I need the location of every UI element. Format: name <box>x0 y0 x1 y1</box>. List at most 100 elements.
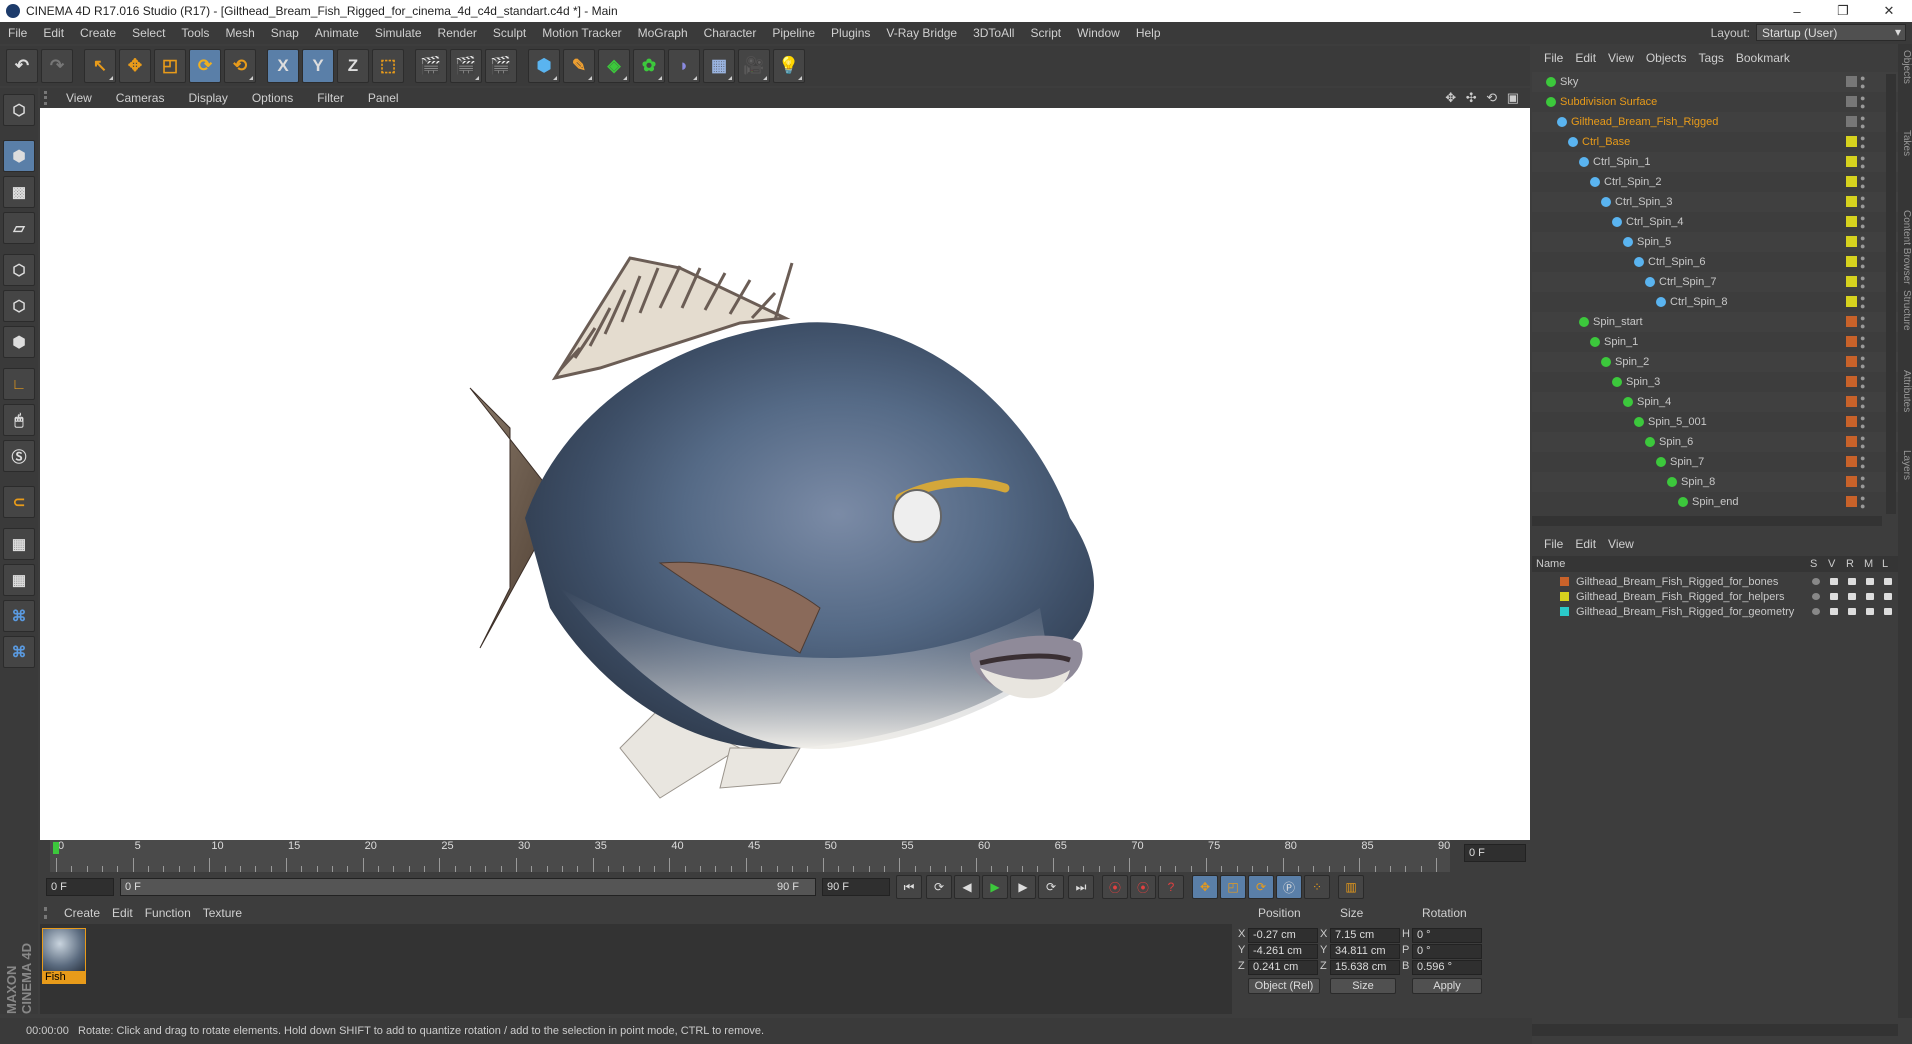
model-mode-icon[interactable]: ⬢ <box>3 140 35 172</box>
menu-script[interactable]: Script <box>1022 26 1069 40</box>
layer-color-tag[interactable] <box>1846 356 1857 367</box>
menu-3dtoall[interactable]: 3DToAll <box>965 26 1022 40</box>
layer-color-tag[interactable] <box>1846 116 1857 127</box>
coord-rotation-field[interactable]: 0 ° <box>1412 928 1482 943</box>
layer-color-tag[interactable] <box>1846 316 1857 327</box>
viewport-menu-cameras[interactable]: Cameras <box>116 91 177 105</box>
object-row[interactable]: Gilthead_Bream_Fish_Rigged ● ● <box>1532 112 1898 132</box>
layer-color-swatch[interactable] <box>1560 592 1569 601</box>
visibility-dots[interactable]: ● ● <box>1860 474 1865 491</box>
object-row[interactable]: Spin_7 ● ● <box>1532 452 1898 472</box>
render-view-icon[interactable]: 🎬 <box>415 49 447 83</box>
layer-menu-file[interactable]: File <box>1544 537 1563 551</box>
menu-character[interactable]: Character <box>696 26 765 40</box>
apply-button[interactable]: Apply <box>1412 978 1482 994</box>
z-axis-lock-button[interactable]: Z <box>337 49 369 83</box>
coord-size-field[interactable]: 7.15 cm <box>1330 928 1400 943</box>
layer-color-swatch[interactable] <box>1560 607 1569 616</box>
perspective-viewport[interactable] <box>40 108 1530 840</box>
snapping-icon[interactable]: Ⓢ <box>3 440 35 472</box>
layer-manager-toggle[interactable] <box>1866 593 1874 600</box>
material-menu-create[interactable]: Create <box>64 906 100 920</box>
cube-primitive-icon[interactable]: ⬢ <box>528 49 560 83</box>
side-tab-content-browser[interactable]: Content Browser <box>1898 210 1912 284</box>
menu-select[interactable]: Select <box>124 26 173 40</box>
key-parameter-icon[interactable]: Ⓟ <box>1276 875 1302 899</box>
minimize-button[interactable]: – <box>1774 0 1820 22</box>
live-selection-icon[interactable]: ↖ <box>84 49 116 83</box>
current-frame-field[interactable]: 0 F <box>1464 844 1526 862</box>
menu-window[interactable]: Window <box>1069 26 1128 40</box>
layer-locked-toggle[interactable] <box>1884 578 1892 585</box>
object-menu-file[interactable]: File <box>1544 51 1563 65</box>
axis-mode-icon[interactable]: ∟ <box>3 368 35 400</box>
layer-row[interactable]: Gilthead_Bream_Fish_Rigged_for_helpers <box>1532 589 1898 604</box>
object-row[interactable]: Spin_start ● ● <box>1532 312 1898 332</box>
layer-color-tag[interactable] <box>1846 216 1857 227</box>
viewport-menu-view[interactable]: View <box>66 91 104 105</box>
rotate-tool-icon[interactable]: ⟳ <box>189 49 221 83</box>
layer-color-tag[interactable] <box>1846 176 1857 187</box>
end-frame-field[interactable]: 90 F <box>822 878 890 896</box>
object-row[interactable]: Spin_6 ● ● <box>1532 432 1898 452</box>
layer-color-tag[interactable] <box>1846 276 1857 287</box>
layer-color-tag[interactable] <box>1846 456 1857 467</box>
object-row[interactable]: Ctrl_Spin_2 ● ● <box>1532 172 1898 192</box>
side-tab-layers[interactable]: Layers <box>1898 450 1912 480</box>
render-to-picture-viewer-icon[interactable]: 🎬 <box>450 49 482 83</box>
layer-color-tag[interactable] <box>1846 396 1857 407</box>
maximize-button[interactable]: ❐ <box>1820 0 1866 22</box>
workplane-lock-icon[interactable]: ▦ <box>3 528 35 560</box>
visibility-dots[interactable]: ● ● <box>1860 374 1865 391</box>
prev-frame-icon[interactable]: ◀ <box>954 875 980 899</box>
recent-tools-icon[interactable]: ⟲ <box>224 49 256 83</box>
object-menu-objects[interactable]: Objects <box>1646 51 1687 65</box>
redo-button[interactable]: ↷ <box>41 49 73 83</box>
layer-solo-toggle[interactable] <box>1812 593 1820 600</box>
visibility-dots[interactable]: ● ● <box>1860 314 1865 331</box>
record-active-icon[interactable]: ⦿ <box>1102 875 1128 899</box>
visibility-dots[interactable]: ● ● <box>1860 174 1865 191</box>
visibility-dots[interactable]: ● ● <box>1860 394 1865 411</box>
coord-position-field[interactable]: -4.261 cm <box>1248 944 1318 959</box>
visibility-dots[interactable]: ● ● <box>1860 74 1865 91</box>
object-row[interactable]: Spin_1 ● ● <box>1532 332 1898 352</box>
move-tool-icon[interactable]: ✥ <box>119 49 151 83</box>
layer-color-tag[interactable] <box>1846 296 1857 307</box>
menu-help[interactable]: Help <box>1128 26 1169 40</box>
close-button[interactable]: ✕ <box>1866 0 1912 22</box>
menu-sculpt[interactable]: Sculpt <box>485 26 534 40</box>
visibility-dots[interactable]: ● ● <box>1860 134 1865 151</box>
menu-mesh[interactable]: Mesh <box>217 26 262 40</box>
layer-solo-toggle[interactable] <box>1812 608 1820 615</box>
layer-color-tag[interactable] <box>1846 376 1857 387</box>
material-swatch-fish[interactable]: Fish <box>42 928 86 984</box>
polygons-mode-icon[interactable]: ⬢ <box>3 326 35 358</box>
object-row[interactable]: Ctrl_Spin_1 ● ● <box>1532 152 1898 172</box>
viewport-menu-filter[interactable]: Filter <box>317 91 356 105</box>
layer-locked-toggle[interactable] <box>1884 608 1892 615</box>
coord-position-field[interactable]: -0.27 cm <box>1248 928 1318 943</box>
object-manager-vertical-scrollbar[interactable] <box>1886 74 1896 514</box>
visibility-dots[interactable]: ● ● <box>1860 94 1865 111</box>
visibility-dots[interactable]: ● ● <box>1860 254 1865 271</box>
visibility-dots[interactable]: ● ● <box>1860 154 1865 171</box>
visibility-dots[interactable]: ● ● <box>1860 354 1865 371</box>
object-manager-horizontal-scrollbar[interactable] <box>1532 516 1882 526</box>
menu-snap[interactable]: Snap <box>263 26 307 40</box>
object-row[interactable]: Spin_5 ● ● <box>1532 232 1898 252</box>
object-row[interactable]: Ctrl_Spin_4 ● ● <box>1532 212 1898 232</box>
side-tab-structure[interactable]: Structure <box>1898 290 1912 331</box>
object-row[interactable]: Ctrl_Spin_7 ● ● <box>1532 272 1898 292</box>
timeline-ruler[interactable]: 0 5 10 15 20 25 30 35 40 45 50 55 60 65 70 75 80 85 90 0 F <box>40 840 1530 872</box>
keyframe-selection-icon[interactable]: ? <box>1158 875 1184 899</box>
viewport-menu-panel[interactable]: Panel <box>368 91 411 105</box>
layer-manager-toggle[interactable] <box>1866 608 1874 615</box>
layer-render-toggle[interactable] <box>1848 593 1856 600</box>
coord-size-field[interactable]: 34.811 cm <box>1330 944 1400 959</box>
coord-size-dropdown[interactable]: Size <box>1330 978 1396 994</box>
visibility-dots[interactable]: ● ● <box>1860 494 1865 511</box>
viewport-menu-display[interactable]: Display <box>188 91 239 105</box>
layer-visible-toggle[interactable] <box>1830 593 1838 600</box>
coord-rotation-field[interactable]: 0 ° <box>1412 944 1482 959</box>
